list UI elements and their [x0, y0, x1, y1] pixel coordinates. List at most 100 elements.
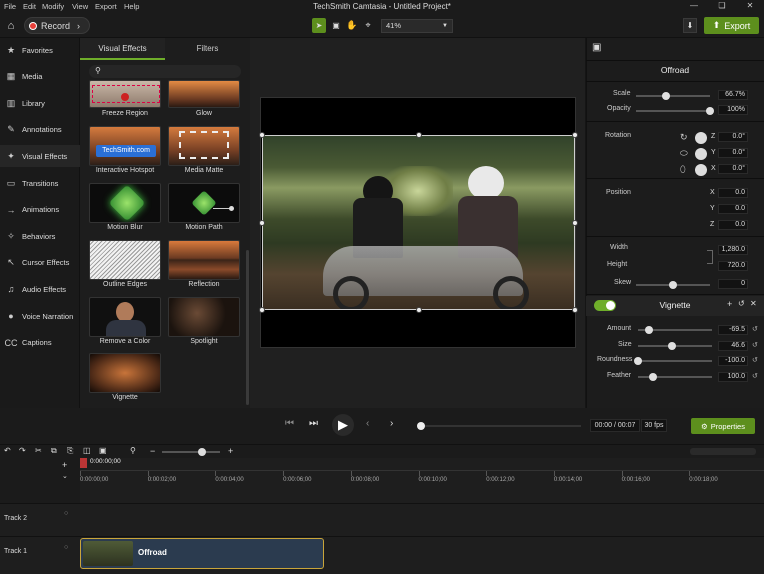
opacity-value[interactable]: 100% [718, 105, 748, 115]
feather-knob[interactable] [648, 372, 657, 381]
resize-handle[interactable] [259, 307, 265, 313]
home-icon[interactable]: ⌂ [3, 18, 19, 33]
menu-file[interactable]: File [4, 2, 16, 11]
video-clip-preview[interactable] [262, 135, 575, 310]
sidebar-item-transitions[interactable]: ▭ Transitions [0, 172, 80, 194]
scale-slider[interactable] [636, 92, 710, 100]
zoom-icon[interactable]: ⚲ [130, 446, 136, 455]
roundness-knob[interactable] [634, 357, 642, 365]
close-icon[interactable]: ✕ [740, 1, 760, 10]
sidebar-item-behaviors[interactable]: ✧ Behaviors [0, 225, 80, 247]
pan-hand-icon[interactable]: ✋ [345, 18, 359, 33]
amount-value[interactable]: -69.5 [718, 325, 748, 335]
zoom-out-icon[interactable]: − [150, 446, 155, 456]
sidebar-item-library[interactable]: ▥ Library [0, 92, 80, 114]
menu-view[interactable]: View [72, 2, 88, 11]
rotation-dial[interactable] [695, 164, 707, 176]
rotation-dial[interactable] [695, 132, 707, 144]
roundness-slider[interactable] [634, 357, 712, 365]
previous-icon[interactable]: ‹ [366, 418, 369, 429]
effect-tile-remove-a-color[interactable] [89, 297, 161, 337]
cut-icon[interactable]: ✂ [35, 446, 42, 455]
position-y-value[interactable]: 0.0 [718, 204, 748, 214]
roundness-value[interactable]: -100.0 [718, 356, 748, 366]
reset-icon[interactable]: ↺ [752, 372, 758, 380]
sidebar-item-animations[interactable]: → Animations [0, 199, 80, 221]
resize-handle[interactable] [415, 307, 422, 313]
step-back-icon[interactable]: ⏭ [309, 418, 318, 429]
playhead-marker[interactable] [80, 458, 87, 468]
resize-handle[interactable] [259, 219, 265, 226]
menu-export[interactable]: Export [95, 2, 117, 11]
maximize-icon[interactable]: ❏ [712, 1, 732, 10]
edit-mode-icon[interactable]: ▣ [329, 18, 343, 33]
fps-display[interactable]: 30 fps [641, 419, 667, 432]
properties-button[interactable]: ⚙ Properties [691, 418, 755, 434]
sidebar-item-favorites[interactable]: ★ Favorites [0, 39, 80, 61]
resize-handle[interactable] [415, 132, 422, 138]
opacity-knob[interactable] [706, 107, 714, 115]
timeline-scrollbar[interactable] [690, 448, 756, 455]
effect-tile-motion-path[interactable] [168, 183, 240, 223]
next-icon[interactable]: › [390, 418, 393, 429]
menu-modify[interactable]: Modify [42, 2, 64, 11]
sidebar-item-annotations[interactable]: ✎ Annotations [0, 119, 80, 141]
rotation-dial[interactable] [695, 148, 707, 160]
play-button[interactable]: ▶ [332, 414, 354, 436]
record-button[interactable]: Record › [24, 17, 90, 34]
effects-scrollbar[interactable] [246, 250, 249, 405]
split-icon[interactable]: ◫ [83, 446, 91, 455]
scale-value[interactable]: 66.7% [718, 90, 748, 100]
effect-tile-outline-edges[interactable] [89, 240, 161, 280]
rotation-x-value[interactable]: 0.0° [718, 164, 748, 174]
add-icon[interactable]: + [727, 299, 732, 309]
amount-slider[interactable] [638, 326, 712, 334]
rotation-y-value[interactable]: 0.0° [718, 148, 748, 158]
effect-tile-media-matte[interactable] [168, 126, 240, 166]
select-tool-icon[interactable]: ➤ [312, 18, 326, 33]
minimize-icon[interactable]: — [684, 1, 704, 10]
sidebar-item-media[interactable]: ▦ Media [0, 66, 80, 88]
skew-value[interactable]: 0 [718, 279, 748, 289]
effect-tile-interactive-hotspot[interactable]: TechSmith.com [89, 126, 161, 166]
effect-tile-motion-blur[interactable] [89, 183, 161, 223]
reset-icon[interactable]: ↺ [752, 341, 758, 349]
reset-icon[interactable]: ↺ [752, 356, 758, 364]
reset-icon[interactable]: ↺ [738, 299, 745, 308]
tab-filters[interactable]: Filters [165, 38, 250, 60]
opacity-slider[interactable] [636, 107, 714, 115]
timeline-zoom-slider[interactable] [162, 448, 220, 456]
size-value[interactable]: 46.6 [718, 340, 748, 351]
tab-visual-effects[interactable]: Visual Effects [80, 38, 165, 60]
position-x-value[interactable]: 0.0 [718, 188, 748, 198]
download-icon[interactable]: ⬇ [683, 18, 697, 33]
aspect-lock-icon[interactable] [707, 250, 713, 264]
sidebar-item-visual-effects[interactable]: ✦ Visual Effects [0, 145, 80, 168]
size-knob[interactable] [668, 341, 677, 350]
track-2-lock-icon[interactable]: ○ [64, 510, 68, 517]
copy-icon[interactable]: ⧉ [51, 446, 57, 456]
sidebar-item-captions[interactable]: CC Captions [0, 332, 80, 354]
height-value[interactable]: 720.0 [718, 261, 748, 271]
redo-icon[interactable]: ↷ [19, 446, 26, 455]
zoom-in-icon[interactable]: + [228, 446, 233, 456]
resize-handle[interactable] [572, 132, 578, 138]
width-value[interactable]: 1,280.0 [718, 245, 748, 255]
rewind-icon[interactable]: ⏮ [285, 418, 294, 429]
scrub-bar[interactable] [417, 422, 581, 430]
skew-slider[interactable] [636, 281, 710, 289]
resize-handle[interactable] [259, 132, 265, 138]
feather-slider[interactable] [638, 372, 712, 381]
collapse-icon[interactable]: ⌄ [62, 472, 68, 480]
effect-tile-freeze-region[interactable] [89, 80, 161, 108]
visual-properties-icon[interactable]: ▣ [592, 42, 606, 56]
size-slider[interactable] [638, 341, 712, 350]
remove-icon[interactable]: ✕ [750, 299, 757, 308]
resize-handle[interactable] [572, 307, 578, 313]
crop-icon[interactable]: ⌖ [361, 18, 375, 33]
undo-icon[interactable]: ↶ [4, 446, 11, 455]
export-button[interactable]: ⬆ Export [704, 17, 759, 34]
rotation-z-value[interactable]: 0.0° [718, 132, 748, 142]
track-1-lock-icon[interactable]: ○ [64, 544, 68, 551]
skew-knob[interactable] [669, 281, 677, 289]
